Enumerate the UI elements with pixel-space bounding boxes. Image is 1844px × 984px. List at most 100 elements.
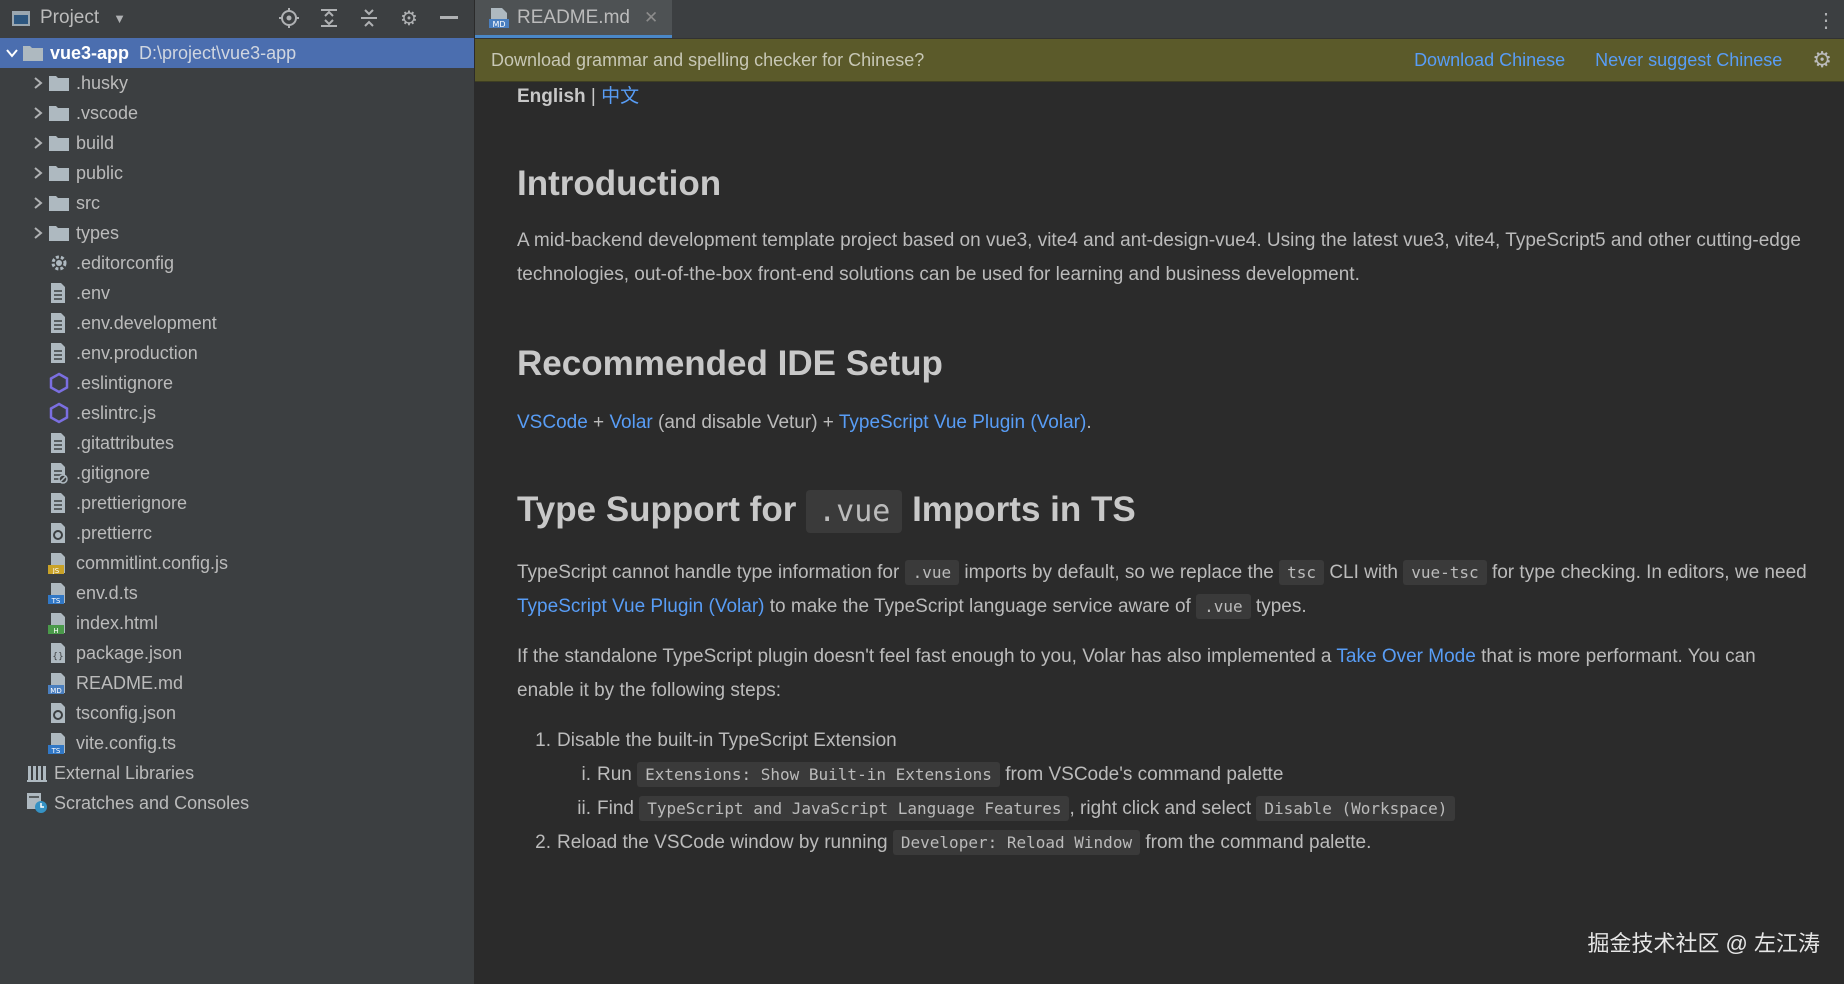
take-over-mode-link[interactable]: Take Over Mode — [1336, 646, 1475, 667]
intro-paragraph: A mid-backend development template proje… — [517, 230, 1802, 285]
text-file-icon — [48, 342, 70, 364]
editor-tab-bar: MD README.md ✕ ⋮ — [475, 0, 1844, 39]
locate-file-icon[interactable] — [278, 7, 300, 29]
gear-file-icon — [48, 252, 70, 274]
tree-folder-src[interactable]: src — [0, 188, 474, 218]
tree-folder-public[interactable]: public — [0, 158, 474, 188]
chevron-right-icon[interactable] — [28, 77, 48, 89]
tree-item-label: index.html — [76, 612, 159, 633]
more-vertical-icon[interactable]: ⋮ — [1816, 8, 1836, 33]
tree-file-row[interactable]: .eslintrc.js — [0, 398, 474, 428]
chevron-right-icon[interactable] — [28, 167, 48, 179]
tree-item-label: build — [76, 132, 115, 153]
tree-file-row[interactable]: tsconfig.json — [0, 698, 474, 728]
ts-vue-plugin-link[interactable]: TypeScript Vue Plugin (Volar) — [517, 596, 764, 617]
tree-file-row[interactable]: .editorconfig — [0, 248, 474, 278]
tree-item-scratches[interactable]: Scratches and Consoles — [0, 788, 474, 818]
html-file-icon: H — [48, 612, 70, 634]
vscode-link[interactable]: VSCode — [517, 412, 588, 433]
chevron-down-icon[interactable] — [2, 47, 22, 59]
tree-root-row[interactable]: vue3-app D:\project\vue3-app — [0, 38, 474, 68]
tree-item-label: public — [76, 162, 124, 183]
ignore-file-icon — [48, 462, 70, 484]
tree-item-external-libraries[interactable]: External Libraries — [0, 758, 474, 788]
folder-icon — [48, 132, 70, 154]
project-panel-title[interactable]: Project — [40, 7, 99, 29]
lang-chinese-link[interactable]: 中文 — [601, 86, 639, 107]
project-tree: vue3-app D:\project\vue3-app .husky .vsco… — [0, 38, 474, 818]
hide-panel-icon[interactable] — [438, 7, 460, 29]
tree-item-label: README.md — [76, 672, 184, 693]
gear-icon[interactable]: ⚙ — [1812, 47, 1832, 73]
tree-file-row[interactable]: MD README.md — [0, 668, 474, 698]
watermark: 掘金技术社区 @ 左江涛 — [1587, 931, 1820, 956]
tree-file-row[interactable]: TS vite.config.ts — [0, 728, 474, 758]
text: , right click and select — [1069, 798, 1257, 819]
never-suggest-link[interactable]: Never suggest Chinese — [1595, 50, 1782, 71]
svg-text:JS: JS — [52, 567, 60, 574]
chevron-right-icon[interactable] — [28, 137, 48, 149]
expand-all-icon[interactable] — [318, 7, 340, 29]
ts-vue-plugin-link[interactable]: TypeScript Vue Plugin (Volar) — [839, 412, 1086, 433]
inline-code: Developer: Reload Window — [892, 830, 1141, 855]
project-tool-window: Project ▼ ⚙ vue3-app D:\project\vue3-app… — [0, 0, 475, 984]
collapse-all-icon[interactable] — [358, 7, 380, 29]
tree-file-row[interactable]: .prettierrc — [0, 518, 474, 548]
tree-file-row[interactable]: JS commitlint.config.js — [0, 548, 474, 578]
tree-item-label: .gitattributes — [76, 432, 175, 453]
tree-item-label: vite.config.ts — [76, 732, 177, 753]
takeover-paragraph: If the standalone TypeScript plugin does… — [517, 640, 1817, 708]
folder-icon — [48, 72, 70, 94]
tree-file-row[interactable]: TS env.d.ts — [0, 578, 474, 608]
volar-link[interactable]: Volar — [609, 412, 652, 433]
language-switcher: English | 中文 — [517, 80, 1817, 114]
tree-file-row[interactable]: .env — [0, 278, 474, 308]
svg-text:TS: TS — [51, 597, 61, 604]
gear-icon[interactable]: ⚙ — [398, 7, 420, 30]
tree-item-label: .env — [76, 282, 111, 303]
tree-folder-types[interactable]: types — [0, 218, 474, 248]
folder-icon — [48, 222, 70, 244]
list-number: 1. — [535, 730, 551, 751]
tree-item-label: .vscode — [76, 102, 139, 123]
tree-file-row[interactable]: .eslintignore — [0, 368, 474, 398]
folder-icon — [22, 42, 44, 64]
text: from the command palette. — [1140, 832, 1372, 853]
tree-file-row[interactable]: .gitignore — [0, 458, 474, 488]
text: If the standalone TypeScript plugin does… — [517, 646, 1337, 667]
tree-item-label: External Libraries — [54, 762, 195, 783]
tree-file-row[interactable]: {} package.json — [0, 638, 474, 668]
text-file-icon — [48, 492, 70, 514]
tab-label: README.md — [517, 6, 630, 28]
tree-folder-build[interactable]: build — [0, 128, 474, 158]
list-item: ii. Find TypeScript and JavaScript Langu… — [517, 792, 1817, 826]
tree-file-row[interactable]: .prettierignore — [0, 488, 474, 518]
md-file-icon: MD — [48, 672, 70, 694]
chevron-right-icon[interactable] — [28, 227, 48, 239]
inline-code: .vue — [1196, 594, 1251, 619]
tree-file-row[interactable]: .env.development — [0, 308, 474, 338]
text: . — [1086, 412, 1092, 433]
text-file-icon — [48, 312, 70, 334]
tab-readme[interactable]: MD README.md ✕ — [475, 0, 673, 38]
close-icon[interactable]: ✕ — [644, 8, 658, 28]
tree-folder-vscode[interactable]: .vscode — [0, 98, 474, 128]
notification-text: Download grammar and spelling checker fo… — [491, 49, 925, 70]
scratches-icon — [26, 792, 48, 814]
list-number: i. — [581, 764, 592, 785]
inline-code: .vue — [904, 560, 960, 585]
inline-code: Disable (Workspace) — [1256, 796, 1456, 821]
download-chinese-link[interactable]: Download Chinese — [1414, 50, 1565, 71]
chevron-right-icon[interactable] — [28, 197, 48, 209]
tree-item-label: package.json — [76, 642, 183, 663]
text-file-icon — [48, 432, 70, 454]
tree-file-row[interactable]: .gitattributes — [0, 428, 474, 458]
eslint-icon — [48, 372, 70, 394]
tree-file-row[interactable]: Hindex.html — [0, 608, 474, 638]
tree-item-label: .prettierrc — [76, 522, 153, 543]
tree-file-row[interactable]: .env.production — [0, 338, 474, 368]
text: (and disable Vetur) + — [652, 412, 839, 433]
tree-folder-husky[interactable]: .husky — [0, 68, 474, 98]
chevron-right-icon[interactable] — [28, 107, 48, 119]
chevron-down-icon[interactable]: ▼ — [113, 11, 126, 26]
